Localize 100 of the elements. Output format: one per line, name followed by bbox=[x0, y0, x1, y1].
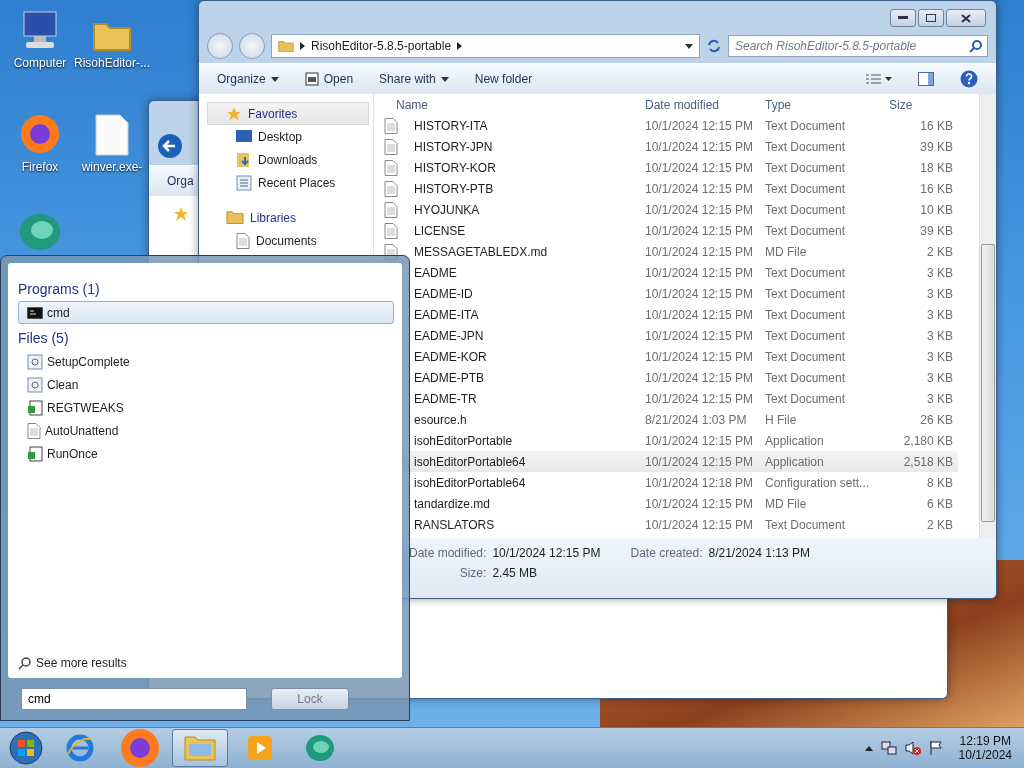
file-size: 8 KB bbox=[926, 475, 953, 490]
close-button[interactable] bbox=[946, 9, 986, 27]
file-name[interactable]: esource.h bbox=[414, 412, 645, 427]
nav-item[interactable]: Downloads bbox=[258, 152, 318, 167]
file-size: 2 KB bbox=[926, 517, 953, 532]
desktop-icon-label[interactable]: Firefox bbox=[21, 160, 59, 174]
speaker-muted-icon[interactable] bbox=[904, 740, 921, 756]
registry-file-icon bbox=[27, 399, 43, 416]
help-icon[interactable] bbox=[960, 70, 978, 88]
clock[interactable]: 12:19 PM 10/1/2024 bbox=[950, 734, 1012, 762]
minimize-button[interactable] bbox=[890, 9, 916, 27]
file-type: Text Document bbox=[765, 202, 847, 217]
folder-icon bbox=[184, 735, 216, 761]
star-icon bbox=[226, 105, 242, 122]
column-header[interactable]: Size bbox=[889, 97, 953, 112]
column-header[interactable]: Type bbox=[765, 97, 889, 112]
taskbar-button[interactable] bbox=[172, 729, 228, 767]
nav-group-label[interactable]: Libraries bbox=[250, 210, 297, 225]
file-name[interactable]: EADME bbox=[414, 265, 645, 280]
file-name[interactable]: tandardize.md bbox=[414, 496, 645, 511]
date-modified: 10/1/2024 12:15 PM bbox=[645, 244, 755, 259]
file-name[interactable]: EADME-ITA bbox=[414, 307, 645, 322]
file-type: Text Document bbox=[765, 391, 847, 406]
desktop-icon-label[interactable]: RisohEditor-... bbox=[74, 56, 150, 70]
recent-places-icon bbox=[236, 174, 252, 191]
address-path[interactable]: RisohEditor-5.8.5-portable bbox=[311, 39, 452, 53]
restore-button[interactable] bbox=[918, 9, 944, 27]
windows-orb-icon bbox=[9, 731, 43, 765]
file-type: Text Document bbox=[765, 223, 847, 238]
desktop-icon-label[interactable]: winver.exe- bbox=[81, 160, 143, 174]
nav-item[interactable]: Desktop bbox=[258, 129, 303, 144]
browser-e-icon bbox=[66, 734, 94, 762]
date-modified: 10/1/2024 12:15 PM bbox=[645, 328, 755, 343]
detail-value: 8/21/2024 1:13 PM bbox=[708, 546, 810, 560]
view-options-icon[interactable] bbox=[866, 73, 892, 85]
search-field[interactable]: Search RisohEditor-5.8.5-portable bbox=[728, 35, 988, 57]
file-name[interactable]: HISTORY-JPN bbox=[414, 139, 645, 154]
file-size: 2,518 KB bbox=[902, 454, 953, 469]
result-item[interactable]: SetupComplete bbox=[18, 350, 394, 373]
document-icon bbox=[384, 117, 398, 134]
file-name[interactable]: isohEditorPortable bbox=[414, 433, 645, 448]
column-header[interactable]: Name bbox=[396, 97, 645, 112]
app-icon bbox=[305, 734, 335, 762]
file-name[interactable]: EADME-ID bbox=[414, 286, 645, 301]
partial-toolbar-label[interactable]: Orga bbox=[167, 172, 194, 190]
file-name[interactable]: HISTORY-PTB bbox=[414, 181, 645, 196]
file-name[interactable]: isohEditorPortable64 bbox=[414, 454, 645, 469]
scroll-thumb[interactable] bbox=[981, 244, 995, 522]
date-modified: 8/21/2024 1:03 PM bbox=[645, 412, 748, 427]
nav-item[interactable]: Recent Places bbox=[258, 175, 336, 190]
nav-item[interactable]: Documents bbox=[256, 233, 317, 248]
firefox-icon bbox=[18, 112, 62, 156]
firefox-icon bbox=[118, 726, 162, 768]
file-name[interactable]: HYOJUNKA bbox=[414, 202, 645, 217]
file-name[interactable]: LICENSE bbox=[414, 223, 645, 238]
section-title: Programs (1) bbox=[18, 281, 101, 297]
detail-label: Size: bbox=[458, 566, 487, 580]
file-name[interactable]: EADME-JPN bbox=[414, 328, 645, 343]
toolbar-button[interactable]: Share with bbox=[379, 70, 449, 88]
start-search-field[interactable]: cmd bbox=[21, 688, 247, 710]
network-icon[interactable] bbox=[880, 740, 897, 756]
column-header[interactable]: Date modified bbox=[645, 97, 765, 112]
toolbar-button[interactable]: New folder bbox=[474, 70, 533, 88]
file-name[interactable]: HISTORY-ITA bbox=[414, 118, 645, 133]
file-name[interactable]: HISTORY-KOR bbox=[414, 160, 645, 175]
toolbar-button[interactable]: Open bbox=[304, 70, 354, 88]
file-name[interactable]: isohEditorPortable64 bbox=[414, 475, 645, 490]
file-size: 3 KB bbox=[926, 307, 953, 322]
document-icon bbox=[384, 159, 398, 176]
file-name[interactable]: MESSAGETABLEDX.md bbox=[414, 244, 645, 259]
date-modified: 10/1/2024 12:15 PM bbox=[645, 349, 755, 364]
desktop-icon-label[interactable]: Computer bbox=[13, 56, 67, 70]
address-bar[interactable]: RisohEditor-5.8.5-portable bbox=[271, 34, 700, 58]
restore-icon bbox=[926, 14, 936, 22]
date-modified: 10/1/2024 12:15 PM bbox=[645, 517, 755, 532]
date-modified: 10/1/2024 12:15 PM bbox=[645, 433, 755, 448]
preview-pane-icon[interactable] bbox=[918, 72, 934, 86]
show-hidden-icons-icon[interactable] bbox=[864, 745, 873, 751]
result-item[interactable]: Clean bbox=[18, 373, 394, 396]
date-modified: 10/1/2024 12:15 PM bbox=[645, 202, 755, 217]
date-modified: 10/1/2024 12:15 PM bbox=[645, 160, 755, 175]
file-name[interactable]: EADME-PTB bbox=[414, 370, 645, 385]
result-item[interactable]: cmd bbox=[18, 301, 394, 324]
refresh-icon[interactable] bbox=[706, 38, 722, 54]
see-more-link[interactable]: See more results bbox=[18, 656, 394, 670]
registry-file-icon bbox=[27, 445, 43, 462]
scrollbar[interactable] bbox=[979, 94, 996, 538]
gear-file-icon bbox=[27, 353, 43, 370]
file-name[interactable]: EADME-KOR bbox=[414, 349, 645, 364]
result-item[interactable]: AutoUnattend bbox=[18, 419, 394, 442]
file-size: 3 KB bbox=[926, 349, 953, 364]
file-size: 16 KB bbox=[919, 181, 953, 196]
result-item[interactable]: REGTWEAKS bbox=[18, 396, 394, 419]
date-modified: 10/1/2024 12:15 PM bbox=[645, 370, 755, 385]
toolbar-button[interactable]: Organize bbox=[217, 70, 279, 88]
caret-icon bbox=[685, 43, 693, 49]
file-name[interactable]: RANSLATORS bbox=[414, 517, 645, 532]
file-type: Configuration sett... bbox=[765, 475, 871, 490]
flag-icon[interactable] bbox=[928, 740, 943, 756]
file-name[interactable]: EADME-TR bbox=[414, 391, 645, 406]
